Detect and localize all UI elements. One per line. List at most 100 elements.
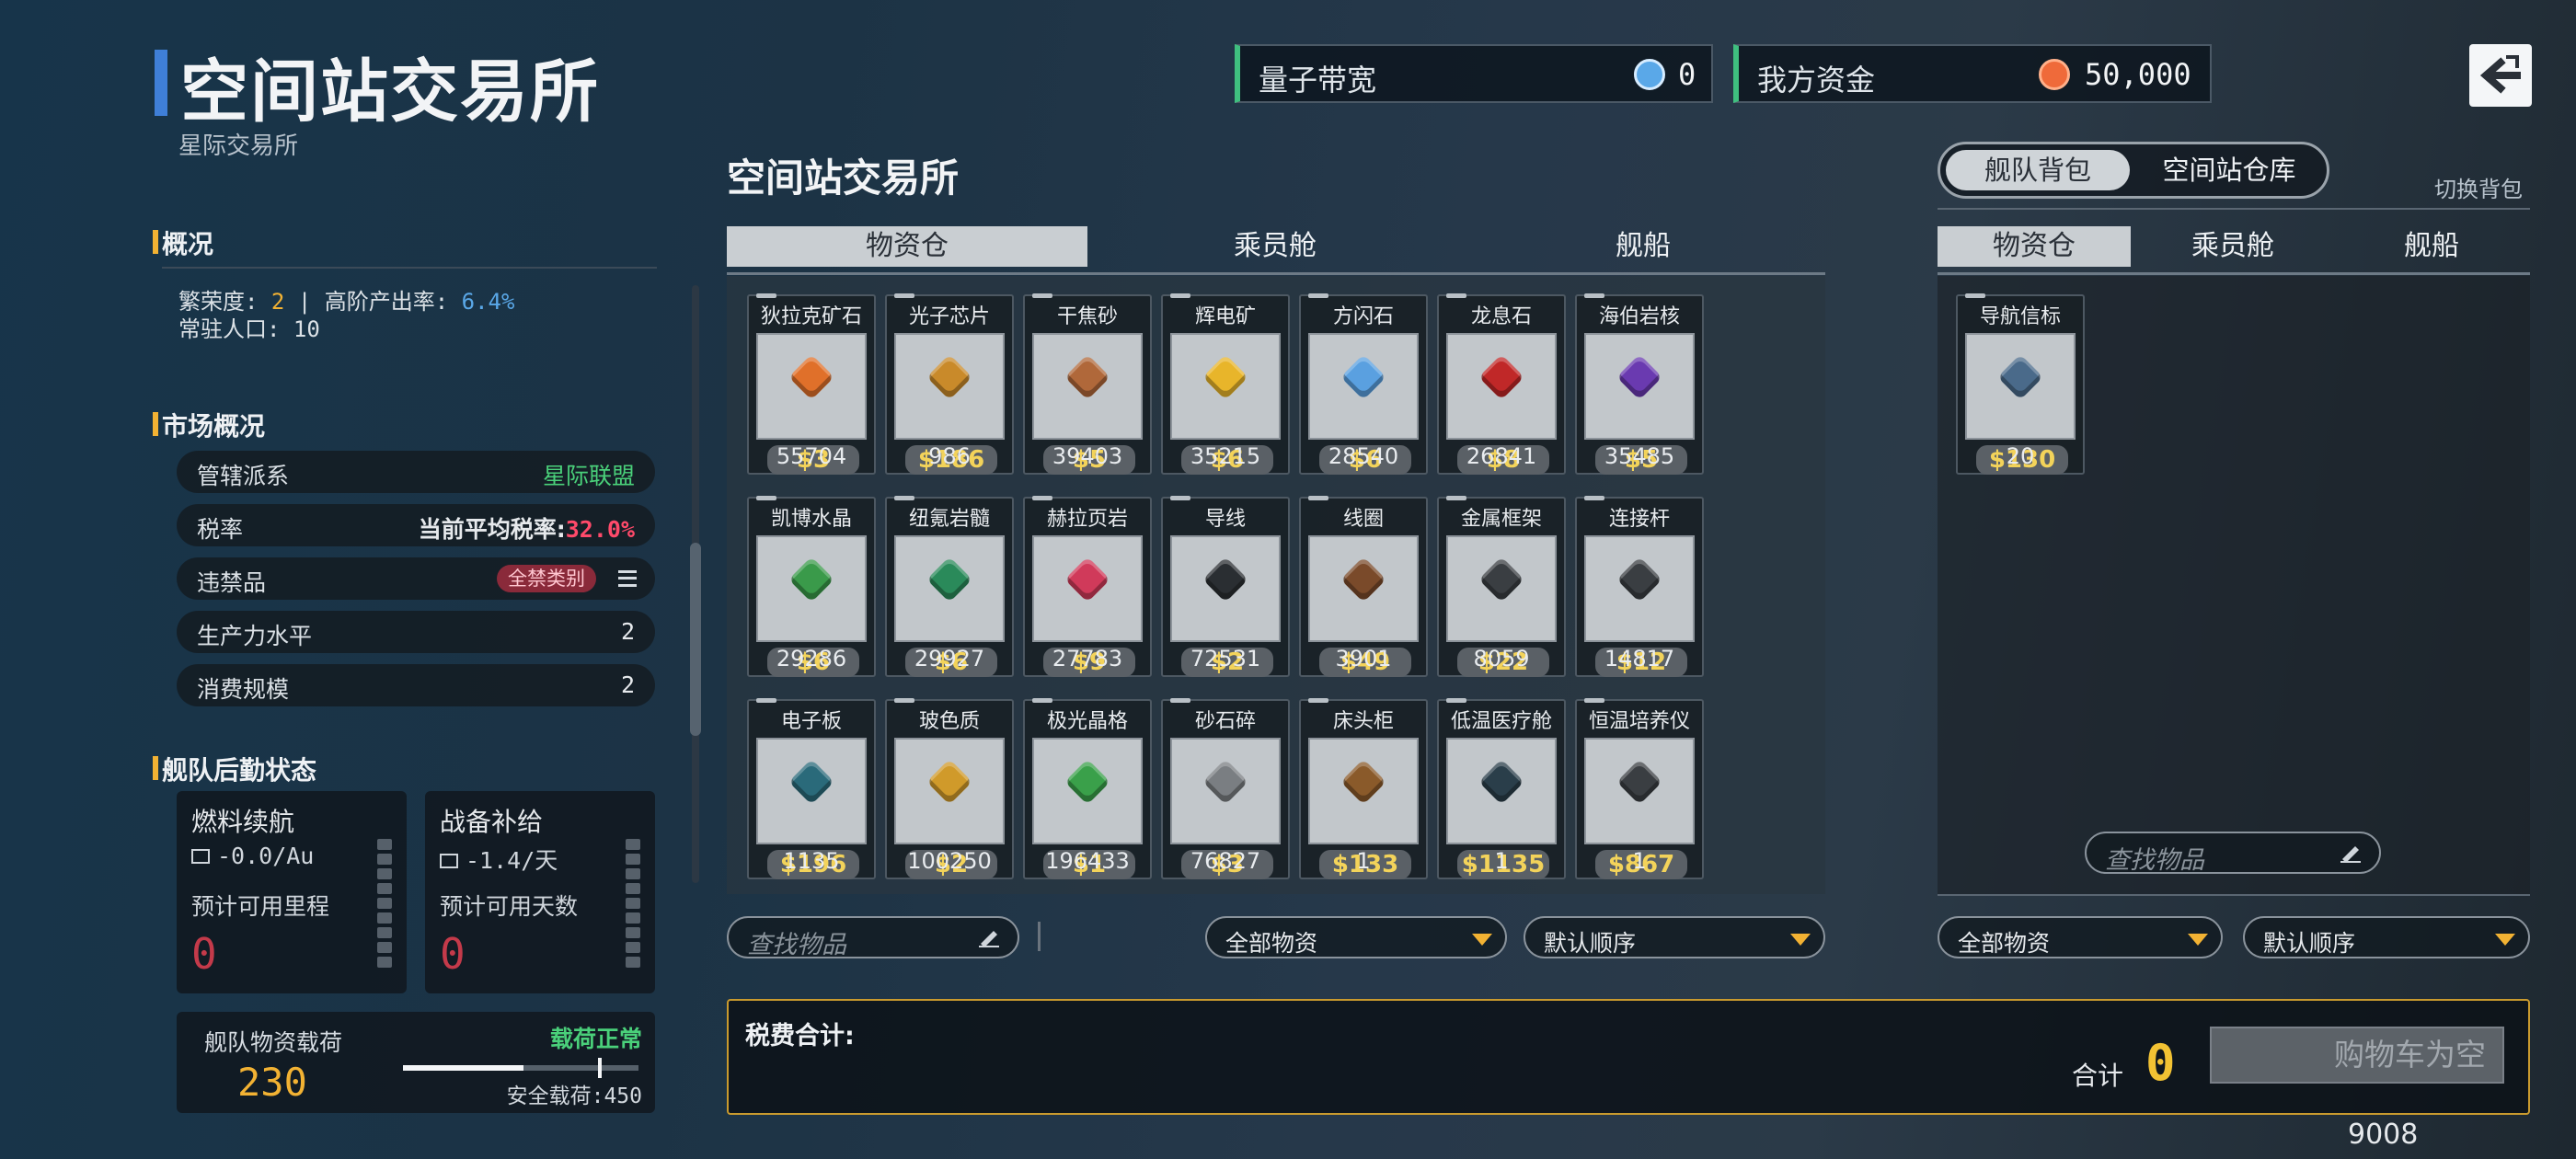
item-quantity: 76827 bbox=[1190, 848, 1261, 874]
scrollbar-thumb[interactable] bbox=[690, 543, 701, 736]
supply-card: 战备补给 -1.4/天 预计可用天数 0 bbox=[425, 791, 655, 993]
item-card[interactable]: 龙息石 $8 26841 bbox=[1437, 293, 1566, 475]
item-card[interactable]: 辉电矿 $6 35215 bbox=[1161, 293, 1290, 475]
item-card[interactable]: 恒温培养仪 $867 1 bbox=[1575, 698, 1704, 879]
gravel-icon bbox=[1202, 759, 1248, 805]
item-name: 玻色质 bbox=[918, 710, 980, 733]
red-stone-icon bbox=[1478, 354, 1524, 400]
item-quantity: 29927 bbox=[914, 646, 985, 671]
tab-ships[interactable]: 舰船 bbox=[1463, 226, 1823, 267]
green-crystal-icon bbox=[788, 557, 834, 602]
total-value: 0 bbox=[2145, 1034, 2176, 1092]
inv-tab-crew-cabin[interactable]: 乘员舱 bbox=[2136, 226, 2329, 267]
incubator-icon bbox=[1616, 759, 1662, 805]
item-card[interactable]: 电子板 $196 1135 bbox=[747, 698, 876, 879]
item-card[interactable]: 方闪石 $6 28540 bbox=[1299, 293, 1428, 475]
item-card[interactable]: 床头柜 $133 1 bbox=[1299, 698, 1428, 879]
checkout-button[interactable]: 购物车为空 bbox=[2210, 1027, 2504, 1084]
item-card[interactable]: 狄拉克矿石 $3 55704 bbox=[747, 293, 876, 475]
item-card[interactable]: 砂石碎 $3 76827 bbox=[1161, 698, 1290, 879]
sort-label: 默认顺序 bbox=[1544, 930, 1637, 957]
item-card[interactable]: 极光晶格 $1 196433 bbox=[1023, 698, 1152, 879]
bag-toggle[interactable]: 舰队背包 空间站仓库 bbox=[1938, 142, 2329, 199]
inventory-item-grid: 导航信标 $130 20 bbox=[1938, 276, 2530, 894]
item-card[interactable]: 干焦砂 $5 39403 bbox=[1023, 293, 1152, 475]
item-card[interactable]: 低温医疗舱 $1135 1 bbox=[1437, 698, 1566, 879]
item-name: 光子芯片 bbox=[908, 305, 990, 328]
inventory-filter-dropdown[interactable]: 全部物资 bbox=[1938, 916, 2223, 958]
tax-rate-row: 税率 当前平均税率:32.0% bbox=[177, 504, 655, 546]
chevron-down-icon bbox=[2188, 934, 2208, 946]
toggle-fleet-bag[interactable]: 舰队背包 bbox=[1946, 150, 2130, 190]
page-title: 空间站交易所 bbox=[180, 52, 600, 132]
item-quantity: 35485 bbox=[1604, 443, 1675, 469]
switch-bag-label[interactable]: 切换背包 bbox=[2434, 171, 2523, 203]
amber-hex-icon bbox=[926, 759, 972, 805]
cargo-bar bbox=[403, 1058, 638, 1078]
item-card[interactable]: 导航信标 $130 20 bbox=[1956, 293, 2085, 475]
item-card[interactable]: 纽氪岩髓 $6 29927 bbox=[885, 496, 1014, 677]
coin-icon bbox=[2039, 59, 2070, 90]
coil-icon bbox=[1340, 557, 1386, 602]
supply-gauge bbox=[626, 839, 640, 971]
item-card[interactable]: 导线 $2 72531 bbox=[1161, 496, 1290, 677]
exchange-filter-dropdown[interactable]: 全部物资 bbox=[1205, 916, 1507, 958]
item-name: 床头柜 bbox=[1332, 710, 1394, 733]
inv-tab-ships[interactable]: 舰船 bbox=[2335, 226, 2528, 267]
green-pyramid-icon bbox=[1064, 759, 1110, 805]
productivity-label: 生产力水平 bbox=[197, 623, 313, 649]
chevron-down-icon bbox=[2495, 934, 2515, 946]
tax-rate-value-wrap: 当前平均税率:32.0% bbox=[419, 511, 635, 545]
fuel-icon bbox=[191, 849, 210, 864]
ore-icon bbox=[1064, 354, 1110, 400]
inventory-search-input[interactable]: 查找物品 bbox=[2085, 832, 2381, 875]
toggle-station-warehouse[interactable]: 空间站仓库 bbox=[2135, 150, 2323, 190]
item-name: 方闪石 bbox=[1332, 305, 1394, 328]
tax-label: 税费合计: bbox=[745, 1022, 855, 1050]
faction-value: 星际联盟 bbox=[542, 463, 635, 489]
item-image: $133 bbox=[1308, 738, 1419, 879]
item-image: $8 bbox=[1446, 333, 1557, 475]
population-label: 常驻人口: bbox=[178, 316, 281, 342]
fuel-range-value: 0 bbox=[191, 929, 217, 979]
filter-label: 全部物资 bbox=[1225, 930, 1318, 957]
item-card[interactable]: 连接杆 $12 14817 bbox=[1575, 496, 1704, 677]
total-label: 合计 bbox=[2072, 1061, 2124, 1091]
item-card[interactable]: 光子芯片 $186 986 bbox=[885, 293, 1014, 475]
list-icon[interactable] bbox=[618, 570, 637, 587]
contraband-row[interactable]: 违禁品 全禁类别 bbox=[177, 557, 655, 600]
item-image: $9 bbox=[1032, 535, 1143, 677]
contraband-label: 违禁品 bbox=[197, 569, 267, 596]
productivity-value: 2 bbox=[620, 618, 635, 645]
purple-stone-icon bbox=[1616, 354, 1662, 400]
nightstand-icon bbox=[1340, 759, 1386, 805]
item-card[interactable]: 凯博水晶 $6 29286 bbox=[747, 496, 876, 677]
item-image: $186 bbox=[894, 333, 1005, 475]
item-image: $6 bbox=[894, 535, 1005, 677]
back-button[interactable] bbox=[2469, 44, 2532, 107]
productivity-row: 生产力水平 2 bbox=[177, 611, 655, 653]
tab-cargo-hold[interactable]: 物资仓 bbox=[727, 226, 1087, 267]
funds-label: 我方资金 bbox=[1757, 63, 1876, 98]
tab-crew-cabin[interactable]: 乘员舱 bbox=[1095, 226, 1455, 267]
tab-divider bbox=[727, 272, 1825, 275]
avg-tax-label: 当前平均税率: bbox=[418, 516, 566, 543]
item-quantity: 1 bbox=[1494, 848, 1509, 874]
tax-panel: 税费合计: 合计 0 购物车为空 bbox=[727, 999, 2530, 1115]
item-quantity: 1135 bbox=[783, 848, 840, 874]
bandwidth-value: 0 bbox=[1678, 57, 1696, 92]
item-name: 砂石碎 bbox=[1194, 710, 1256, 733]
exchange-sort-dropdown[interactable]: 默认顺序 bbox=[1524, 916, 1825, 958]
rod-icon bbox=[1616, 557, 1662, 602]
item-card[interactable]: 海伯岩核 $5 35485 bbox=[1575, 293, 1704, 475]
item-card[interactable]: 玻色质 $2 100250 bbox=[885, 698, 1014, 879]
exchange-search-input[interactable]: 查找物品 bbox=[727, 916, 1019, 959]
inv-tab-cargo-hold[interactable]: 物资仓 bbox=[1938, 226, 2131, 267]
item-card[interactable]: 金属框架 $22 8059 bbox=[1437, 496, 1566, 677]
item-image: $130 bbox=[1965, 333, 2076, 475]
inventory-sort-dropdown[interactable]: 默认顺序 bbox=[2243, 916, 2530, 958]
search-placeholder: 查找物品 bbox=[747, 931, 846, 959]
item-name: 干焦砂 bbox=[1056, 305, 1118, 328]
item-card[interactable]: 线圈 $49 3901 bbox=[1299, 496, 1428, 677]
item-card[interactable]: 赫拉页岩 $9 27783 bbox=[1023, 496, 1152, 677]
